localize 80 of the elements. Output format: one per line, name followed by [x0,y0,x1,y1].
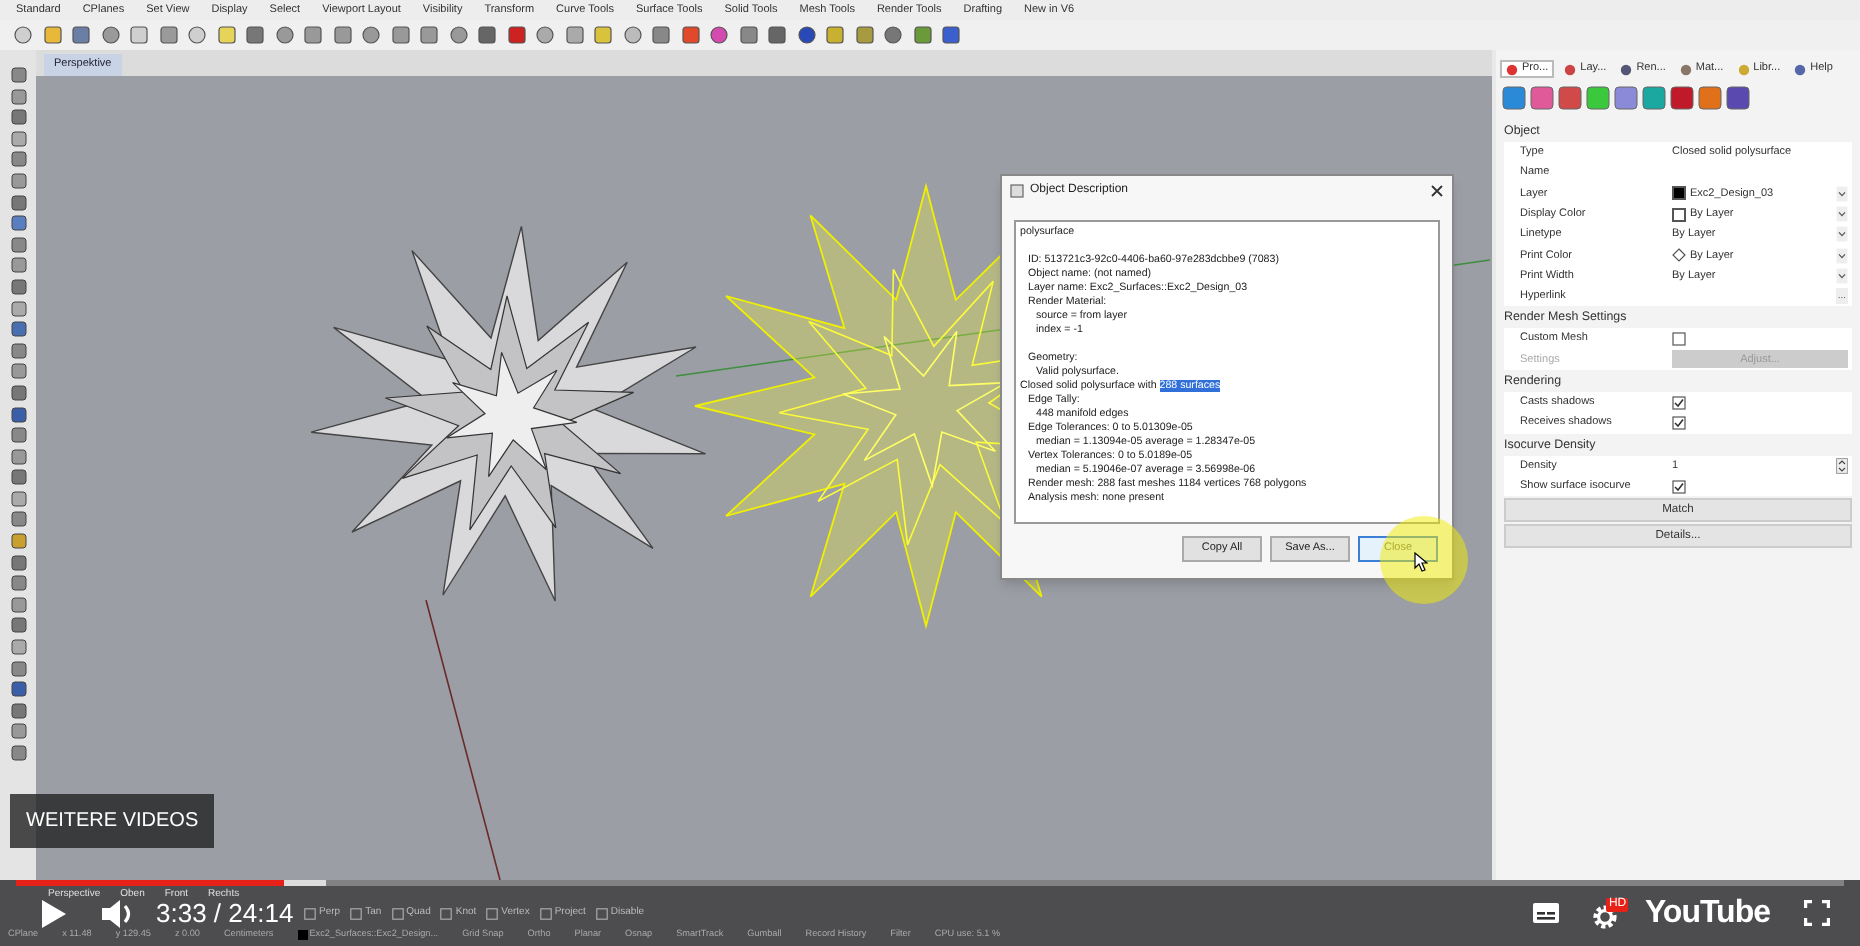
tool-icon[interactable] [621,24,643,46]
tab-icon [1794,63,1807,75]
checkbox[interactable] [595,907,608,919]
tab-icon [1620,63,1633,75]
tool-icon[interactable] [70,24,92,46]
dropdown-arrow-icon[interactable] [1836,226,1848,243]
progress-track[interactable] [16,880,1844,886]
layer-swatch [297,929,308,940]
property-page-icon[interactable] [1586,86,1610,110]
tool-icon[interactable] [911,24,933,46]
tool-icon[interactable] [824,24,846,46]
tool-icon[interactable] [795,24,817,46]
tool-icon[interactable] [592,24,614,46]
tool-icon[interactable] [157,24,179,46]
spinner-arrows-icon[interactable] [1836,457,1848,474]
tool-icon[interactable] [853,24,875,46]
fullscreen-icon[interactable] [1804,900,1830,926]
tool-icon[interactable] [534,24,556,46]
tool-icon[interactable] [505,24,527,46]
diamond-icon [1672,248,1686,263]
property-page-icon[interactable] [1558,86,1582,110]
checkbox[interactable] [391,907,404,919]
property-page-icon[interactable] [1726,86,1750,110]
tool-icon[interactable] [418,24,440,46]
tab-icon [1737,63,1750,75]
checkbox[interactable] [350,907,363,919]
property-page-icon[interactable] [1614,86,1638,110]
checkbox[interactable] [1672,479,1686,493]
tool-icon[interactable] [302,24,324,46]
cursor-icon [1414,552,1428,572]
checkbox[interactable] [304,907,316,919]
tab-icon [1679,63,1692,75]
tool-icon[interactable] [650,24,672,46]
youtube-logo[interactable]: YouTube [1644,889,1770,937]
tool-icon[interactable] [186,24,208,46]
dropdown-arrow-icon[interactable] [1836,247,1848,264]
tool-icon[interactable] [331,24,353,46]
dropdown-arrow-icon[interactable] [1836,185,1848,202]
tab-icon [1506,63,1518,75]
tool-icon[interactable] [41,24,63,46]
property-page-icon[interactable] [1698,86,1722,110]
tool-icon[interactable] [563,24,585,46]
checkbox[interactable] [1672,395,1686,410]
tool-icon[interactable] [273,24,295,46]
property-page-icon[interactable] [1642,86,1666,110]
property-page-icon[interactable] [1530,86,1554,110]
settings-icon[interactable] [1592,903,1619,929]
tool-icon[interactable] [12,24,34,46]
checkbox[interactable] [539,907,552,919]
property-page-icon[interactable] [1670,86,1694,110]
tool-icon[interactable] [128,24,150,46]
tool-icon[interactable] [737,24,759,46]
window-icon [1010,183,1024,197]
tool-icon[interactable] [244,24,266,46]
subtitles-icon[interactable] [1532,902,1561,924]
close-icon[interactable] [1430,183,1444,197]
tool-icon[interactable] [447,24,469,46]
tool-icon[interactable] [389,24,411,46]
tool-icon[interactable] [215,24,237,46]
tool-icon[interactable] [882,24,904,46]
checkbox[interactable] [1672,332,1686,347]
tool-icon[interactable] [476,24,498,46]
tool-icon[interactable] [679,24,701,46]
click-highlight [1380,516,1468,604]
play-icon[interactable] [40,897,68,929]
tab-icon [1564,63,1577,75]
property-page-icon[interactable] [1502,86,1526,110]
checkbox[interactable] [1672,415,1686,430]
dropdown-arrow-icon[interactable] [1836,267,1848,284]
checkbox[interactable] [440,907,453,919]
tool-icon[interactable] [99,24,121,46]
checkbox[interactable] [486,907,499,919]
video-time: 3:33 / 24:14 [156,899,294,927]
tool-icon[interactable] [708,24,730,46]
more-videos-button[interactable]: WEITERE VIDEOS [10,794,215,848]
tool-icon[interactable] [766,24,788,46]
tool-icon[interactable] [360,24,382,46]
dropdown-arrow-icon[interactable] [1836,206,1848,223]
tool-icon[interactable] [940,24,962,46]
volume-icon[interactable] [100,897,136,929]
